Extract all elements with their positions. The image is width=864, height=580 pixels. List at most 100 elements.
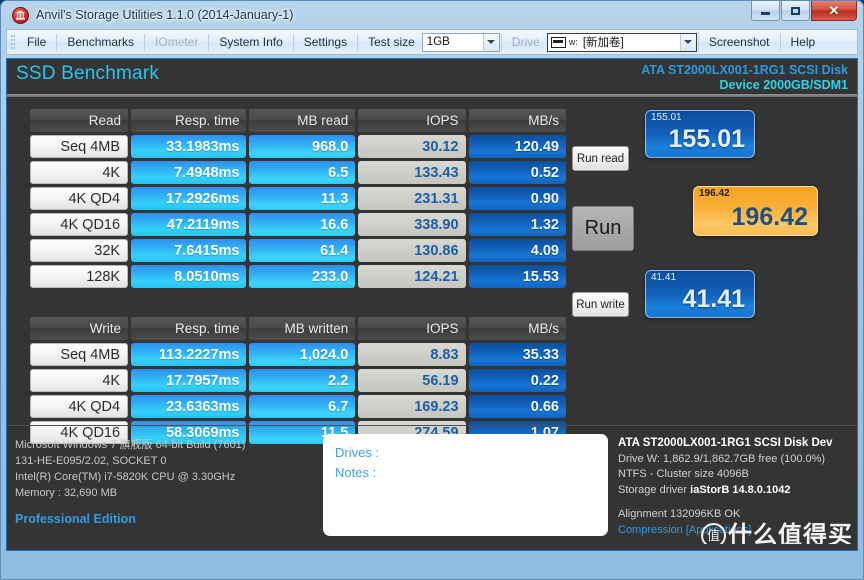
row-label: 4K bbox=[30, 161, 129, 184]
row-label: 4K QD4 bbox=[30, 187, 129, 210]
device-header: ATA ST2000LX001-1RG1 SCSI Disk Device 20… bbox=[641, 63, 848, 93]
cell-mb: 233.0 bbox=[249, 265, 356, 288]
menu-file[interactable]: File bbox=[18, 32, 55, 52]
cell-iops: 338.90 bbox=[358, 213, 466, 236]
cell-mbs: 4.09 bbox=[468, 239, 566, 262]
notes-label: Notes : bbox=[335, 465, 377, 480]
run-read-button[interactable]: Run read bbox=[572, 146, 629, 171]
row-label: 32K bbox=[30, 239, 129, 262]
drive-value: [新加卷] bbox=[582, 37, 624, 49]
page-title: SSD Benchmark bbox=[16, 63, 160, 84]
table-row: 4K QD4 23.6363ms 6.7 169.23 0.66 bbox=[30, 395, 566, 418]
notes-input[interactable]: Drives : Notes : bbox=[323, 434, 608, 536]
menu-separator bbox=[357, 33, 359, 51]
cell-iops: 231.31 bbox=[358, 187, 466, 210]
run-all-button[interactable]: Run bbox=[572, 206, 634, 251]
cell-mbs: 0.66 bbox=[468, 395, 566, 418]
app-content: SSD Benchmark ATA ST2000LX001-1RG1 SCSI … bbox=[6, 58, 858, 551]
close-button[interactable]: ✕ bbox=[811, 1, 857, 21]
drive-icon bbox=[550, 36, 566, 48]
cell-resp: 8.0510ms bbox=[131, 265, 247, 288]
cell-mb: 6.5 bbox=[249, 161, 356, 184]
cell-iops: 124.21 bbox=[358, 265, 466, 288]
cell-iops: 133.43 bbox=[358, 161, 466, 184]
table-row: 4K 7.4948ms 6.5 133.43 0.52 bbox=[30, 161, 566, 184]
cell-mbs: 1.32 bbox=[468, 213, 566, 236]
os-version: Microsoft Windows 7 旗舰版 64-bit Build (76… bbox=[15, 439, 246, 451]
drive-capacity: Drive W: 1,862.9/1,862.7GB free (100.0%) bbox=[618, 452, 826, 465]
cell-mbs: 0.22 bbox=[468, 369, 566, 392]
row-label: 128K bbox=[30, 265, 129, 288]
cell-mbs: 15.53 bbox=[468, 265, 566, 288]
cell-mbs: 35.33 bbox=[468, 343, 566, 366]
read-score-box: 155.01 155.01 bbox=[645, 110, 755, 158]
row-label: 4K bbox=[30, 369, 129, 392]
edition-label: Professional Edition bbox=[15, 512, 136, 526]
row-label: 4K QD16 bbox=[30, 213, 129, 236]
memory-info: Memory : 32,690 MB bbox=[15, 487, 118, 499]
menu-separator bbox=[697, 33, 699, 51]
write-header-mbs: MB/s bbox=[468, 317, 566, 340]
drive-label: Drive bbox=[511, 35, 540, 49]
row-label: 4K QD4 bbox=[30, 395, 129, 418]
cell-mb: 61.4 bbox=[249, 239, 356, 262]
table-row: 4K QD16 47.2119ms 16.6 338.90 1.32 bbox=[30, 213, 566, 236]
menu-separator bbox=[56, 33, 58, 51]
menu-settings[interactable]: Settings bbox=[295, 32, 356, 52]
minimize-button[interactable] bbox=[751, 1, 780, 21]
cell-mb: 16.6 bbox=[249, 213, 356, 236]
table-row: 4K 17.7957ms 2.2 56.19 0.22 bbox=[30, 369, 566, 392]
chevron-down-icon[interactable] bbox=[482, 33, 499, 51]
read-results-table: Read Resp. time MB read IOPS MB/s Seq 4M… bbox=[27, 106, 569, 447]
read-header-mb: MB read bbox=[249, 109, 356, 132]
storage-driver-row: Storage driver iaStorB 14.8.0.1042 bbox=[618, 483, 853, 499]
write-header-label: Write bbox=[30, 317, 129, 340]
write-header-mb: MB written bbox=[249, 317, 356, 340]
main-toolbar: File Benchmarks IOmeter System Info Sett… bbox=[6, 29, 858, 55]
total-score-box: 196.42 196.42 bbox=[693, 186, 818, 236]
cell-mb: 11.3 bbox=[249, 187, 356, 210]
cell-resp: 7.4948ms bbox=[131, 161, 247, 184]
menu-benchmarks[interactable]: Benchmarks bbox=[58, 32, 143, 52]
menu-separator bbox=[292, 33, 294, 51]
chevron-down-icon[interactable] bbox=[679, 33, 696, 51]
title-bar: Anvil's Storage Utilities 1.1.0 (2014-Ja… bbox=[6, 1, 858, 29]
cell-mbs: 0.52 bbox=[468, 161, 566, 184]
menu-system-info[interactable]: System Info bbox=[210, 32, 291, 52]
menu-iometer: IOmeter bbox=[155, 35, 199, 49]
cpu-info: Intel(R) Core(TM) i7-5820K CPU @ 3.30GHz bbox=[15, 471, 236, 483]
cell-resp: 7.6415ms bbox=[131, 239, 247, 262]
test-size-value: 1GB bbox=[426, 36, 450, 48]
window-controls: ✕ bbox=[751, 1, 857, 21]
write-score-box: 41.41 41.41 bbox=[645, 270, 755, 318]
total-score-value: 196.42 bbox=[731, 203, 808, 231]
compression-row: Compression [Applications] bbox=[618, 523, 853, 539]
table-header-row: Read Resp. time MB read IOPS MB/s bbox=[30, 109, 566, 132]
device-name-line2: Device 2000GB/SDM1 bbox=[719, 78, 848, 92]
cell-resp: 113.2227ms bbox=[131, 343, 247, 366]
cell-iops: 169.23 bbox=[358, 395, 466, 418]
maximize-button[interactable] bbox=[781, 1, 810, 21]
read-score-tag: 155.01 bbox=[651, 112, 682, 123]
table-spacer bbox=[30, 291, 566, 314]
cell-mb: 2.2 bbox=[249, 369, 356, 392]
menu-help[interactable]: Help bbox=[782, 32, 825, 52]
test-size-label: Test size bbox=[368, 35, 415, 49]
drive-select[interactable]: w: [新加卷] bbox=[546, 32, 697, 52]
test-size-select[interactable]: 1GB bbox=[421, 32, 500, 52]
device-name-line1: ATA ST2000LX001-1RG1 SCSI Disk bbox=[641, 63, 848, 77]
toolbar-grip[interactable] bbox=[10, 34, 15, 50]
menu-screenshot[interactable]: Screenshot bbox=[700, 32, 779, 52]
cell-iops: 56.19 bbox=[358, 369, 466, 392]
bottom-info-area: Microsoft Windows 7 旗舰版 64-bit Build (76… bbox=[7, 425, 857, 550]
menu-separator bbox=[500, 33, 502, 51]
compression-label[interactable]: Compression bbox=[618, 524, 683, 536]
table-row: Seq 4MB 33.1983ms 968.0 30.12 120.49 bbox=[30, 135, 566, 158]
cell-resp: 23.6363ms bbox=[131, 395, 247, 418]
write-header-iops: IOPS bbox=[358, 317, 466, 340]
drive-device-name: ATA ST2000LX001-1RG1 SCSI Disk Dev bbox=[618, 437, 833, 449]
applications-link[interactable]: [Applications] bbox=[686, 524, 751, 536]
table-row: 128K 8.0510ms 233.0 124.21 15.53 bbox=[30, 265, 566, 288]
window-title: Anvil's Storage Utilities 1.1.0 (2014-Ja… bbox=[36, 8, 294, 22]
run-write-button[interactable]: Run write bbox=[572, 292, 629, 317]
